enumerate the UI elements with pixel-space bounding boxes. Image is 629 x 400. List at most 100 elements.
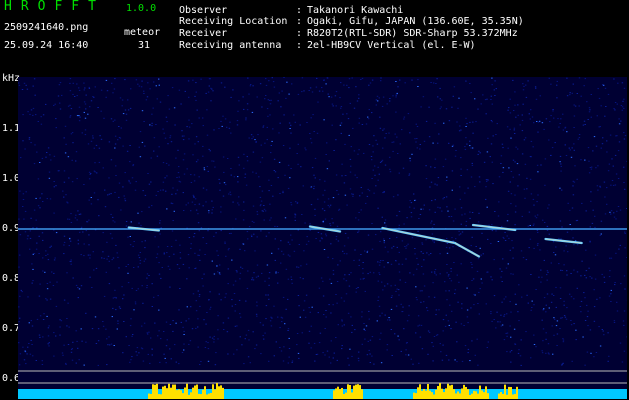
noise-dot	[383, 192, 385, 193]
noise-dot	[569, 149, 571, 151]
noise-dot	[583, 292, 585, 294]
noise-dot	[308, 90, 310, 91]
noise-dot	[464, 146, 466, 148]
noise-dot	[253, 221, 255, 223]
spectrum-bar	[451, 384, 453, 399]
noise-dot	[330, 340, 332, 342]
noise-dot	[313, 185, 315, 187]
noise-dot	[71, 359, 74, 361]
noise-dot	[545, 311, 547, 313]
noise-dot	[362, 272, 364, 274]
noise-dot	[158, 330, 160, 332]
noise-dot	[172, 330, 174, 332]
noise-dot	[144, 194, 147, 196]
noise-dot	[358, 94, 360, 96]
noise-dot	[387, 319, 389, 321]
noise-dot	[76, 340, 78, 342]
noise-dot	[415, 297, 418, 298]
noise-dot	[409, 132, 411, 134]
noise-dot	[252, 279, 255, 281]
noise-dot	[393, 141, 395, 143]
noise-dot	[75, 160, 77, 162]
noise-dot	[517, 148, 519, 150]
noise-dot	[533, 304, 535, 306]
noise-dot	[213, 338, 215, 340]
noise-dot	[566, 274, 568, 276]
noise-dot	[88, 86, 90, 88]
noise-dot	[614, 102, 617, 103]
noise-dot	[588, 107, 591, 109]
noise-dot	[263, 208, 266, 210]
noise-dot	[170, 358, 172, 360]
noise-dot	[340, 132, 342, 134]
noise-dot	[401, 311, 404, 312]
noise-dot	[308, 330, 311, 332]
noise-dot	[220, 82, 223, 84]
noise-dot	[169, 348, 171, 350]
noise-dot	[243, 209, 245, 211]
noise-dot	[272, 128, 274, 130]
noise-dot	[395, 260, 397, 262]
noise-dot	[55, 185, 57, 187]
noise-dot	[48, 345, 50, 347]
noise-dot	[527, 302, 529, 304]
noise-dot	[355, 291, 357, 293]
noise-dot	[331, 124, 333, 126]
noise-dot	[605, 106, 607, 107]
noise-dot	[102, 325, 105, 327]
noise-dot	[70, 351, 73, 353]
noise-dot	[573, 323, 575, 325]
noise-dot	[141, 241, 143, 243]
noise-dot	[189, 340, 192, 342]
spectrum-bar	[339, 389, 341, 399]
noise-dot	[330, 362, 332, 364]
noise-dot	[61, 94, 63, 96]
noise-dot	[369, 339, 372, 341]
noise-dot	[464, 345, 467, 347]
noise-dot	[521, 215, 523, 217]
noise-dot	[528, 113, 530, 115]
noise-dot	[380, 260, 382, 261]
noise-dot	[392, 196, 395, 198]
noise-dot	[175, 322, 177, 324]
noise-dot	[469, 145, 471, 147]
noise-dot	[560, 317, 562, 319]
noise-dot	[621, 109, 623, 111]
noise-dot	[39, 283, 41, 285]
noise-dot	[120, 127, 122, 129]
noise-dot	[408, 314, 410, 316]
noise-dot	[421, 266, 423, 267]
noise-dot	[594, 254, 597, 256]
noise-dot	[622, 100, 624, 102]
spectrum-bar	[214, 389, 216, 399]
noise-dot	[251, 236, 253, 237]
noise-dot	[506, 332, 509, 334]
noise-dot	[569, 209, 571, 211]
noise-dot	[25, 191, 27, 193]
noise-dot	[342, 250, 344, 252]
noise-dot	[578, 134, 581, 135]
noise-dot	[243, 201, 245, 203]
noise-dot	[513, 110, 515, 111]
noise-dot	[378, 272, 380, 274]
noise-dot	[116, 328, 118, 330]
noise-dot	[426, 252, 428, 254]
noise-dot	[466, 287, 468, 289]
noise-dot	[270, 316, 272, 318]
noise-dot	[439, 253, 441, 255]
noise-dot	[265, 235, 268, 237]
noise-dot	[23, 82, 26, 84]
noise-dot	[433, 82, 435, 84]
noise-dot	[289, 255, 291, 257]
noise-dot	[298, 244, 300, 245]
noise-dot	[230, 132, 232, 134]
noise-dot	[428, 254, 430, 256]
noise-dot	[85, 108, 87, 110]
noise-dot	[391, 295, 393, 297]
noise-dot	[206, 134, 209, 136]
noise-dot	[179, 244, 181, 246]
spectrum-bar	[220, 385, 222, 399]
noise-dot	[595, 167, 597, 169]
noise-dot	[211, 200, 213, 202]
noise-dot	[590, 94, 592, 95]
